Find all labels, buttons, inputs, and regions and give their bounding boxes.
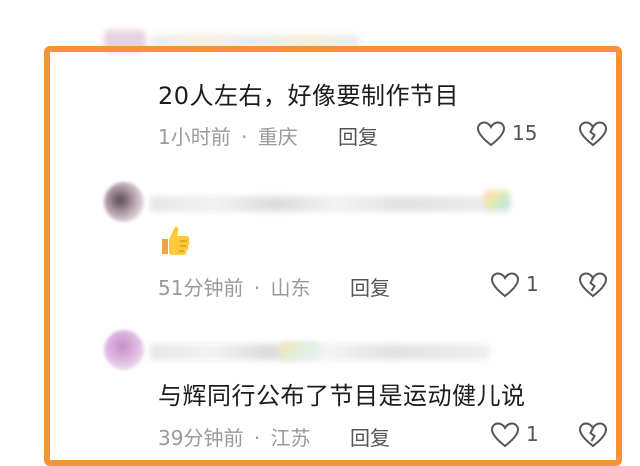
heart-outline-icon[interactable]	[490, 271, 520, 299]
broken-heart-icon[interactable]	[578, 271, 608, 299]
avatar[interactable]	[104, 182, 144, 222]
reply-button[interactable]: 回复	[350, 272, 390, 301]
comment-time: 1小时前	[158, 125, 231, 149]
broken-heart-icon[interactable]	[578, 120, 608, 148]
meta-separator: ·	[253, 276, 261, 300]
like-count: 1	[526, 422, 539, 446]
like-count: 1	[526, 272, 539, 296]
comment-meta: 51分钟前 · 山东	[158, 272, 311, 301]
reply-button[interactable]: 回复	[338, 121, 378, 150]
heart-outline-icon[interactable]	[476, 120, 506, 148]
heart-outline-icon[interactable]	[490, 421, 520, 449]
broken-heart-icon[interactable]	[578, 421, 608, 449]
blurred-nickname	[150, 196, 510, 212]
comment-meta: 1小时前 · 重庆	[158, 121, 298, 150]
thumbs-up-emoji	[162, 226, 190, 255]
rainbow-emoji-blur	[484, 190, 510, 210]
comment-location: 江苏	[270, 426, 311, 450]
reply-button[interactable]: 回复	[350, 422, 390, 451]
like-count: 15	[512, 121, 538, 145]
meta-separator: ·	[253, 426, 261, 450]
meta-separator: ·	[241, 125, 248, 149]
comment-time: 51分钟前	[158, 276, 244, 300]
comment-time: 39分钟前	[158, 426, 244, 450]
comment-text: 与辉同行公布了节目是运动健儿说	[158, 382, 526, 410]
comment-location: 重庆	[257, 125, 298, 149]
comment-text: 20人左右，好像要制作节目	[158, 82, 460, 110]
comment-location: 山东	[270, 276, 311, 300]
comment-meta: 39分钟前 · 江苏	[158, 422, 311, 451]
avatar[interactable]	[104, 330, 144, 370]
blurred-nickname	[150, 344, 490, 360]
blurred-decoration	[280, 342, 320, 360]
